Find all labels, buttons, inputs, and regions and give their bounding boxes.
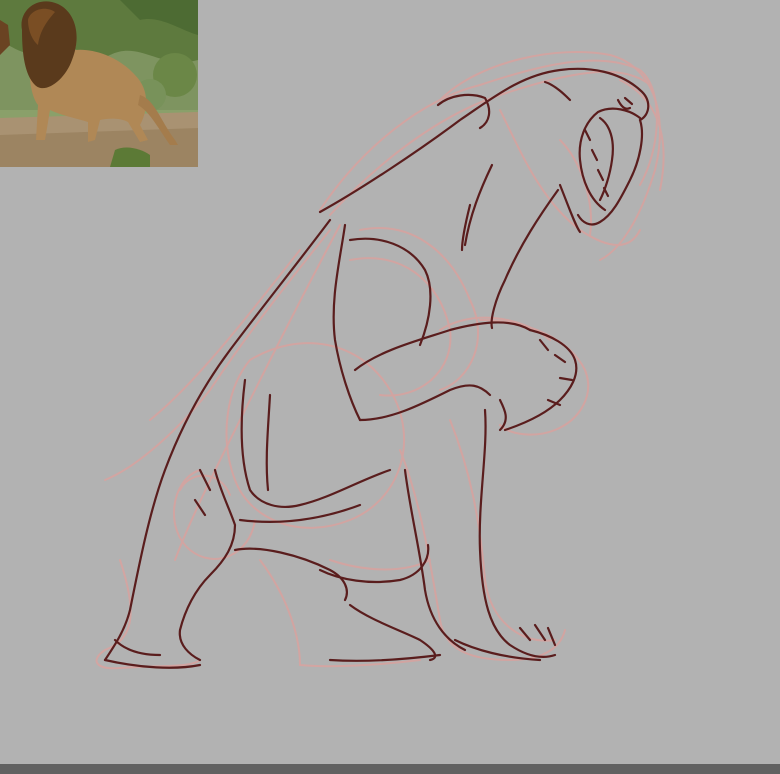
lioness-sketch: [95, 51, 665, 670]
drawing-canvas[interactable]: [0, 0, 780, 764]
construction-lines: [95, 51, 665, 670]
line-art: [103, 67, 650, 669]
status-bar: [0, 764, 780, 774]
